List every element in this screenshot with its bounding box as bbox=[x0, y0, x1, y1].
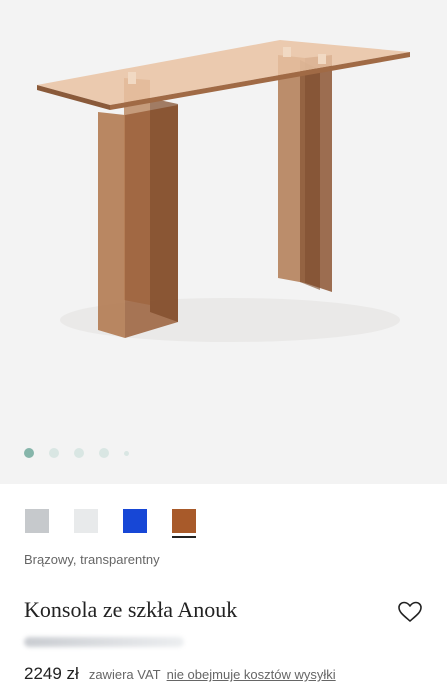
vat-note: zawiera VAT bbox=[88, 667, 161, 682]
product-image bbox=[37, 40, 410, 342]
color-swatch-grey[interactable] bbox=[25, 509, 49, 533]
color-swatch-blue[interactable] bbox=[123, 509, 147, 533]
carousel-dot[interactable] bbox=[124, 450, 129, 456]
selected-color-name: Brązowy, transparentny bbox=[24, 552, 160, 567]
shipping-cost-link[interactable]: nie obejmuje kosztów wysyłki bbox=[167, 667, 336, 682]
color-swatch-white[interactable] bbox=[74, 509, 98, 533]
color-swatch-brown[interactable] bbox=[172, 509, 196, 538]
carousel-dot[interactable] bbox=[74, 448, 84, 458]
price-row: 2249 zł zawiera VAT nie obejmuje kosztów… bbox=[24, 664, 336, 684]
product-gallery[interactable] bbox=[0, 0, 447, 484]
carousel-dot[interactable] bbox=[49, 448, 59, 458]
product-title: Konsola ze szkła Anouk bbox=[24, 597, 238, 622]
carousel-dot[interactable] bbox=[99, 448, 109, 458]
color-swatches bbox=[25, 509, 221, 538]
carousel-dot[interactable] bbox=[24, 448, 34, 458]
product-price: 2249 zł bbox=[24, 664, 79, 683]
heart-icon[interactable] bbox=[397, 600, 423, 624]
carousel-dots bbox=[24, 446, 144, 460]
blurred-text bbox=[24, 637, 184, 647]
